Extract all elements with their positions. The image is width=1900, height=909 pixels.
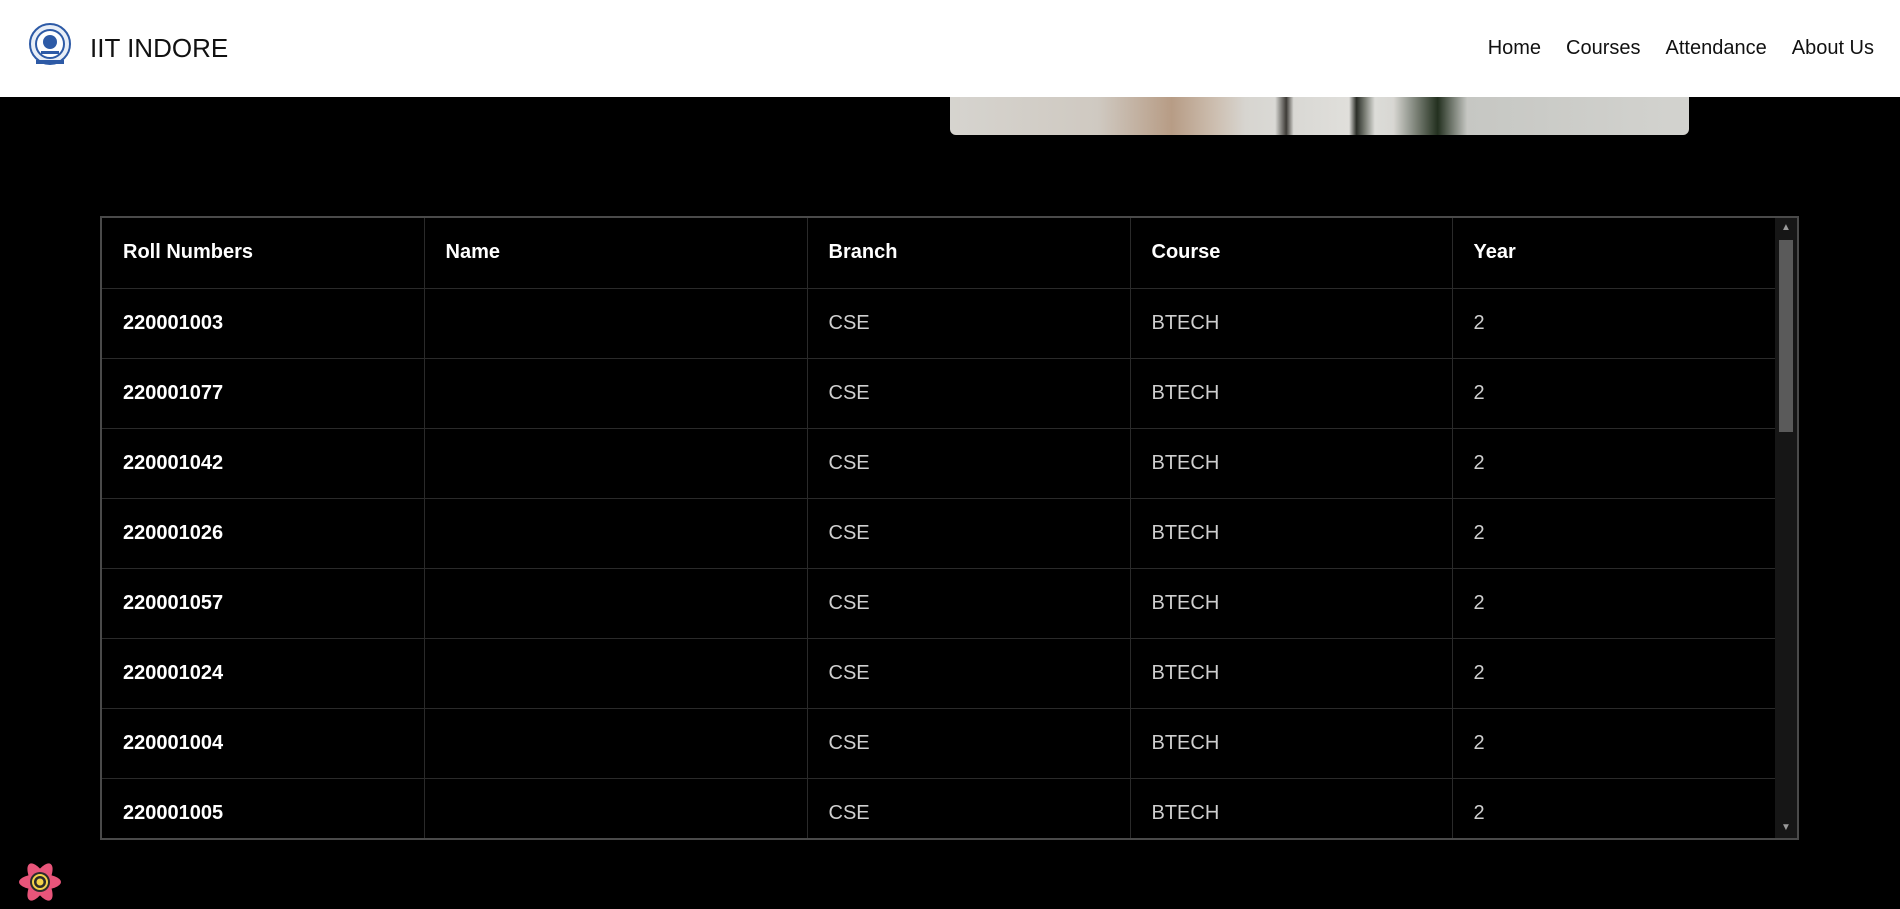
cell-name xyxy=(424,568,808,639)
nav-menu: Home Courses Attendance About Us xyxy=(1488,36,1874,60)
cell-year: 2 xyxy=(1452,288,1777,359)
nav-link-courses[interactable]: Courses xyxy=(1566,36,1640,60)
cell-roll-number: 220001005 xyxy=(102,778,425,838)
column-header-year: Year xyxy=(1452,218,1777,289)
scroll-thumb[interactable] xyxy=(1779,240,1793,432)
cell-year: 2 xyxy=(1452,708,1777,779)
cell-year: 2 xyxy=(1452,568,1777,639)
scroll-up-arrow-icon[interactable]: ▲ xyxy=(1775,218,1797,238)
cell-year: 2 xyxy=(1452,778,1777,838)
table-row: 220001003 CSE BTECH 2 xyxy=(102,288,1777,359)
table-header-row: Roll Numbers Name Branch Course Year xyxy=(102,218,1777,289)
cell-branch: CSE xyxy=(807,428,1131,499)
cell-course: BTECH xyxy=(1130,288,1453,359)
cell-course: BTECH xyxy=(1130,778,1453,838)
nav-link-attendance[interactable]: Attendance xyxy=(1666,36,1767,60)
cell-year: 2 xyxy=(1452,358,1777,429)
cell-name xyxy=(424,638,808,709)
cell-name xyxy=(424,708,808,779)
table-row: 220001042 CSE BTECH 2 xyxy=(102,428,1777,499)
cell-name xyxy=(424,288,808,359)
cell-roll-number: 220001003 xyxy=(102,288,425,359)
institute-seal-icon[interactable] xyxy=(28,22,72,66)
column-header-name: Name xyxy=(424,218,808,289)
brand-title[interactable]: IIT INDORE xyxy=(90,33,228,63)
cell-name xyxy=(424,778,808,838)
react-devtools-icon[interactable] xyxy=(16,858,64,906)
nav-link-about-us[interactable]: About Us xyxy=(1792,36,1874,60)
cell-course: BTECH xyxy=(1130,428,1453,499)
cell-branch: CSE xyxy=(807,498,1131,569)
cell-name xyxy=(424,498,808,569)
cell-branch: CSE xyxy=(807,708,1131,779)
cell-roll-number: 220001042 xyxy=(102,428,425,499)
cell-roll-number: 220001077 xyxy=(102,358,425,429)
cell-branch: CSE xyxy=(807,778,1131,838)
cell-course: BTECH xyxy=(1130,358,1453,429)
column-header-course: Course xyxy=(1130,218,1453,289)
cell-name xyxy=(424,358,808,429)
column-header-branch: Branch xyxy=(807,218,1131,289)
scroll-down-arrow-icon[interactable]: ▼ xyxy=(1775,818,1797,838)
cell-branch: CSE xyxy=(807,358,1131,429)
cell-year: 2 xyxy=(1452,638,1777,709)
navbar: IIT INDORE Home Courses Attendance About… xyxy=(0,0,1900,97)
cell-course: BTECH xyxy=(1130,568,1453,639)
cell-course: BTECH xyxy=(1130,708,1453,779)
table-scrollbar[interactable]: ▲ ▼ xyxy=(1775,218,1797,838)
hero-image xyxy=(950,97,1689,135)
cell-branch: CSE xyxy=(807,638,1131,709)
nav-link-home[interactable]: Home xyxy=(1488,36,1541,60)
cell-course: BTECH xyxy=(1130,498,1453,569)
cell-branch: CSE xyxy=(807,288,1131,359)
cell-roll-number: 220001057 xyxy=(102,568,425,639)
cell-year: 2 xyxy=(1452,498,1777,569)
cell-roll-number: 220001024 xyxy=(102,638,425,709)
cell-roll-number: 220001026 xyxy=(102,498,425,569)
table-row: 220001026 CSE BTECH 2 xyxy=(102,498,1777,569)
cell-branch: CSE xyxy=(807,568,1131,639)
students-table: Roll Numbers Name Branch Course Year 220… xyxy=(102,218,1777,838)
cell-name xyxy=(424,428,808,499)
cell-course: BTECH xyxy=(1130,638,1453,709)
table-row: 220001005 CSE BTECH 2 xyxy=(102,778,1777,838)
table-row: 220001057 CSE BTECH 2 xyxy=(102,568,1777,639)
column-header-roll-numbers: Roll Numbers xyxy=(102,218,425,289)
table-row: 220001077 CSE BTECH 2 xyxy=(102,358,1777,429)
cell-roll-number: 220001004 xyxy=(102,708,425,779)
students-table-container[interactable]: Roll Numbers Name Branch Course Year 220… xyxy=(100,216,1799,840)
cell-year: 2 xyxy=(1452,428,1777,499)
table-row: 220001004 CSE BTECH 2 xyxy=(102,708,1777,779)
table-row: 220001024 CSE BTECH 2 xyxy=(102,638,1777,709)
